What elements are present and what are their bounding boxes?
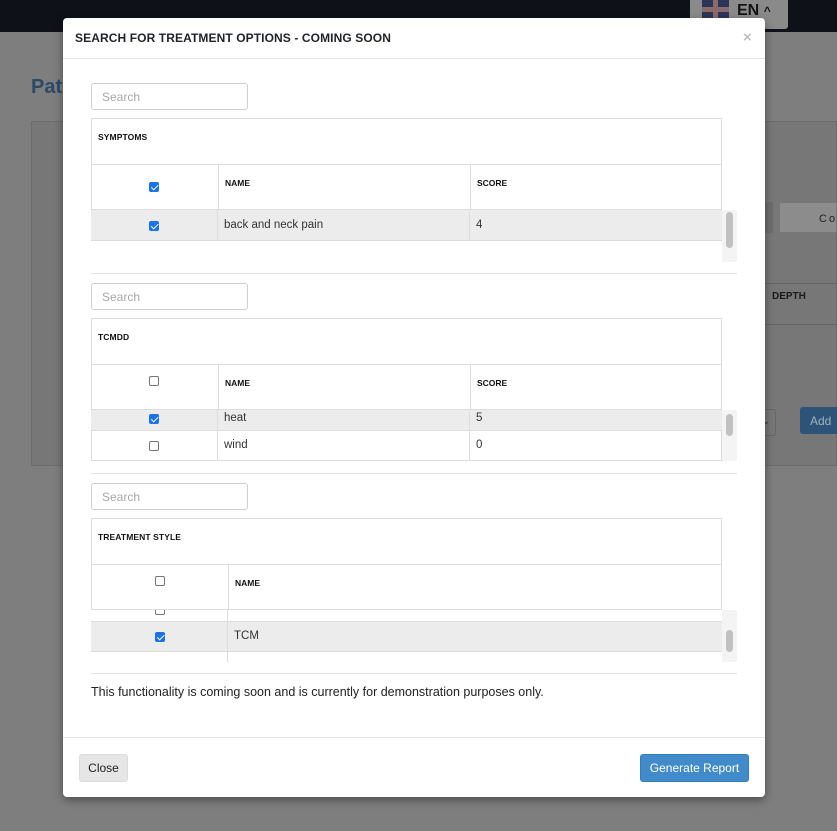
table-row[interactable]: wind 0 xyxy=(91,431,722,461)
column-divider xyxy=(227,652,228,662)
tcmdd-select-all-checkbox[interactable] xyxy=(149,376,159,386)
treatment-style-scrollbar[interactable] xyxy=(722,610,737,662)
column-divider xyxy=(469,410,470,431)
tcmdd-section: TCMDD NAME SCORE heat 5 wind xyxy=(91,283,737,463)
close-icon[interactable]: × xyxy=(743,29,752,46)
tcmdd-table-header: NAME SCORE xyxy=(92,365,721,410)
table-row[interactable]: TCM xyxy=(91,622,722,652)
row-checkbox[interactable] xyxy=(149,414,159,424)
add-button[interactable]: Add xyxy=(800,407,837,434)
generate-report-button[interactable]: Generate Report xyxy=(640,754,749,782)
column-divider xyxy=(227,610,228,622)
coming-soon-notice: This functionality is coming soon and is… xyxy=(91,685,544,699)
tcmdd-table-title: TCMDD xyxy=(92,319,721,365)
scrollbar-thumb[interactable] xyxy=(726,414,733,436)
tcmdd-table: TCMDD NAME SCORE xyxy=(91,318,722,410)
symptom-name: back and neck pain xyxy=(224,219,324,231)
language-label: EN xyxy=(737,2,760,19)
modal-footer: Close Generate Report xyxy=(63,737,765,797)
tcmdd-name-header: NAME xyxy=(225,378,251,388)
row-checkbox[interactable] xyxy=(155,610,165,615)
modal-header: SEARCH FOR TREATMENT OPTIONS - COMING SO… xyxy=(63,18,765,59)
tcmdd-scrollbar[interactable] xyxy=(722,410,737,461)
treatment-style-section: TREATMENT STYLE NAME TCM xyxy=(91,483,737,673)
symptoms-table-header: NAME SCORE xyxy=(92,165,721,210)
symptoms-table-body[interactable]: back and neck pain 4 xyxy=(91,210,722,262)
table-row[interactable] xyxy=(91,652,722,662)
treatment-style-name-header: NAME xyxy=(235,578,261,588)
tcmdd-score: 0 xyxy=(476,439,483,451)
tcmdd-search-input[interactable] xyxy=(91,283,248,310)
depth-column-header: DEPTH xyxy=(772,291,806,302)
column-divider xyxy=(218,365,219,410)
tcmdd-name: wind xyxy=(224,439,248,451)
treatment-style-table-title: TREATMENT STYLE xyxy=(92,519,721,565)
scrollbar-thumb[interactable] xyxy=(726,212,733,248)
background-table-row xyxy=(765,283,837,325)
treatment-style-table-header: NAME xyxy=(92,565,721,610)
column-divider xyxy=(470,165,471,210)
tcmdd-table-body[interactable]: heat 5 wind 0 xyxy=(91,410,722,461)
symptom-score: 4 xyxy=(476,219,483,231)
symptoms-table-title: SYMPTOMS xyxy=(92,119,721,165)
column-divider xyxy=(227,622,228,652)
section-divider xyxy=(91,473,737,474)
treatment-style-table-body[interactable]: TCM xyxy=(91,610,722,662)
column-divider xyxy=(228,565,229,610)
symptoms-search-input[interactable] xyxy=(91,83,248,110)
treatment-style-select-all-checkbox[interactable] xyxy=(155,576,165,586)
section-divider xyxy=(91,673,737,674)
treatment-style-search-input[interactable] xyxy=(91,483,248,510)
close-button[interactable]: Close xyxy=(79,754,128,782)
scrollbar-thumb[interactable] xyxy=(726,630,733,652)
uk-flag-icon xyxy=(702,0,729,19)
row-checkbox[interactable] xyxy=(149,441,159,451)
column-divider xyxy=(217,410,218,431)
symptoms-name-header: NAME xyxy=(225,178,251,188)
tcmdd-score-header: SCORE xyxy=(477,378,508,388)
column-divider xyxy=(217,210,218,241)
column-divider xyxy=(469,210,470,241)
section-divider xyxy=(91,273,737,274)
tcmdd-score: 5 xyxy=(476,412,483,424)
symptoms-scrollbar[interactable] xyxy=(722,210,737,262)
table-row[interactable]: back and neck pain 4 xyxy=(91,210,722,241)
row-checkbox[interactable] xyxy=(149,221,159,231)
tcmdd-name: heat xyxy=(224,412,247,424)
symptoms-table: SYMPTOMS NAME SCORE xyxy=(91,118,722,210)
symptoms-score-header: SCORE xyxy=(477,178,508,188)
symptoms-section: SYMPTOMS NAME SCORE back and neck pain 4 xyxy=(91,83,737,273)
column-divider xyxy=(218,165,219,210)
treatment-style-table: TREATMENT STYLE NAME xyxy=(91,518,722,610)
treatment-options-modal: SEARCH FOR TREATMENT OPTIONS - COMING SO… xyxy=(63,18,765,797)
chevron-up-icon: ^ xyxy=(763,4,771,18)
column-divider xyxy=(469,431,470,461)
background-tab-divider xyxy=(765,202,773,233)
table-row[interactable]: heat 5 xyxy=(91,410,722,431)
column-divider xyxy=(217,431,218,461)
table-row[interactable] xyxy=(91,610,722,622)
background-tab[interactable]: Co xyxy=(779,202,837,233)
modal-title: SEARCH FOR TREATMENT OPTIONS - COMING SO… xyxy=(75,31,391,45)
treatment-style-name: TCM xyxy=(234,630,259,642)
row-checkbox[interactable] xyxy=(155,632,165,642)
symptoms-select-all-checkbox[interactable] xyxy=(149,182,159,192)
column-divider xyxy=(470,365,471,410)
